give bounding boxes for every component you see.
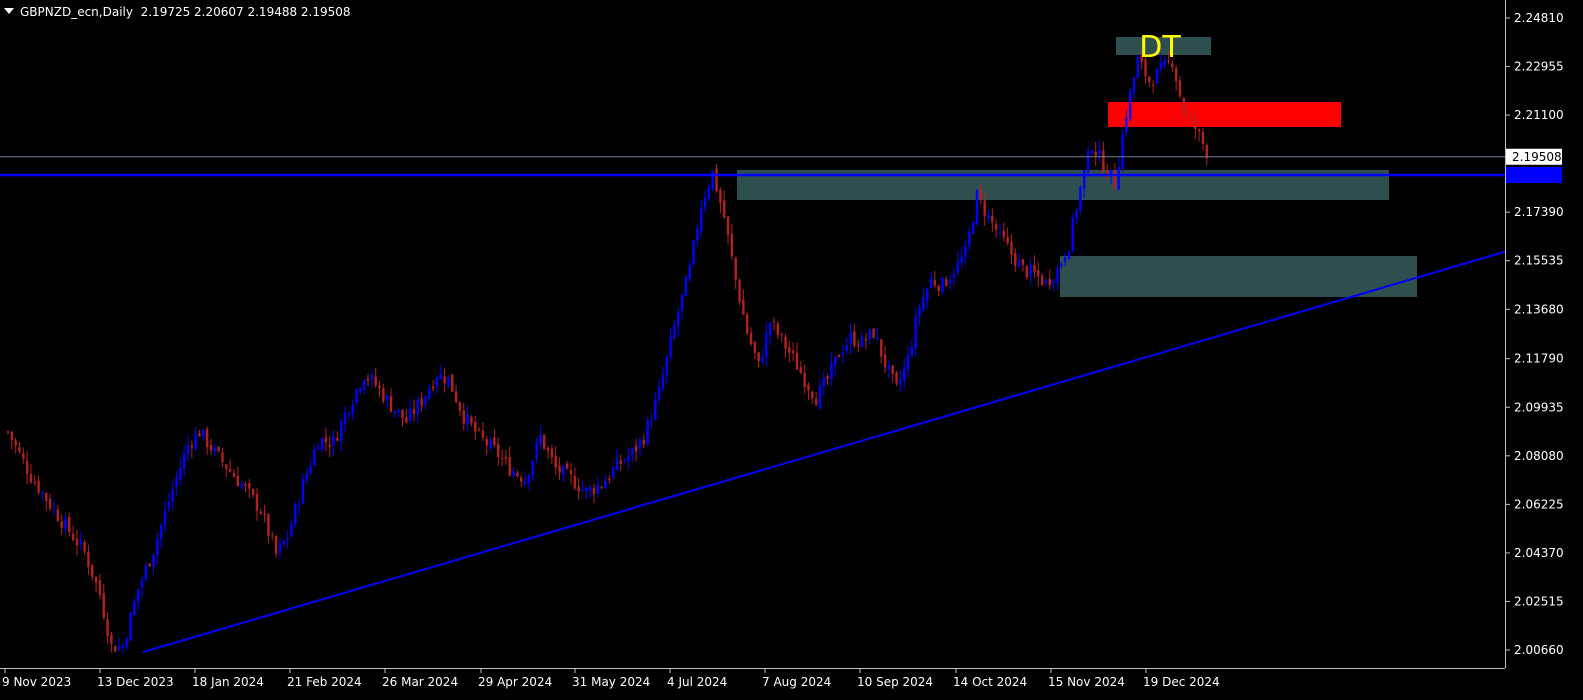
- price-tick-label: 2.15535: [1514, 254, 1564, 268]
- time-tick-label: 18 Jan 2024: [192, 675, 264, 689]
- candle: [1071, 213, 1074, 254]
- price-tick-label: 2.22955: [1514, 60, 1564, 74]
- candle: [684, 275, 688, 297]
- price-tick-label: 2.06225: [1514, 497, 1564, 511]
- time-tick-label: 21 Feb 2024: [287, 675, 362, 689]
- ohlc-values: 2.19725 2.20607 2.19488 2.19508: [140, 5, 351, 19]
- candle: [1155, 67, 1159, 84]
- price-tick-label: 2.17390: [1514, 205, 1564, 219]
- candle: [1067, 250, 1071, 260]
- price-tick-label: 2.04370: [1514, 546, 1564, 560]
- candle: [711, 170, 714, 192]
- time-tick-label: 7 Aug 2024: [762, 675, 831, 689]
- candle: [646, 417, 649, 446]
- candle: [129, 611, 132, 641]
- candle: [872, 327, 875, 339]
- plot-area: [0, 0, 1583, 700]
- chart: 2.24810 2.22955 2.21100 2.17390 2.15535 2.136…: [0, 0, 1583, 700]
- time-tick-label: 31 May 2024: [572, 675, 650, 689]
- horizontal-line-price-box: [1506, 167, 1562, 183]
- candle: [294, 501, 297, 528]
- price-tick-label: 2.11790: [1514, 352, 1564, 366]
- time-tick-label: 15 Nov 2024: [1048, 675, 1125, 689]
- candle: [451, 374, 454, 393]
- price-tick-label: 2.21100: [1514, 108, 1564, 122]
- candle: [971, 220, 975, 235]
- symbol-label: GBPNZD_ecn,Daily: [20, 5, 133, 19]
- candle: [941, 276, 944, 294]
- time-tick-label: 9 Nov 2023: [2, 675, 71, 689]
- support-lower-zone: [1060, 256, 1417, 297]
- time-tick-label: 14 Oct 2024: [953, 675, 1027, 689]
- time-tick-label: 29 Apr 2024: [478, 675, 552, 689]
- time-tick-label: 4 Jul 2024: [667, 675, 727, 689]
- time-tick-label: 10 Sep 2024: [857, 675, 933, 689]
- dropdown-triangle-icon[interactable]: [4, 8, 14, 14]
- chart-header: GBPNZD_ecn,Daily 2.19725 2.20607 2.19488…: [4, 4, 351, 20]
- price-tick-label: 2.09935: [1514, 400, 1564, 414]
- price-tick-label: 2.24810: [1514, 11, 1564, 25]
- candle: [1121, 129, 1124, 172]
- price-tick-label: 2.13680: [1514, 302, 1564, 316]
- candle: [114, 645, 117, 652]
- price-tick-label: 2.08080: [1514, 449, 1564, 463]
- dt-annotation: DT: [1139, 30, 1181, 65]
- candle: [543, 434, 546, 451]
- candle: [745, 311, 749, 336]
- time-tick-label: 13 Dec 2023: [97, 675, 174, 689]
- candle: [692, 239, 695, 267]
- candle: [738, 278, 741, 306]
- red-zone: [1108, 102, 1341, 127]
- price-tick-label: 2.02515: [1514, 594, 1564, 608]
- candle: [1079, 185, 1082, 214]
- time-tick-label: 26 Mar 2024: [382, 675, 458, 689]
- price-tick-label: 2.00660: [1514, 643, 1564, 657]
- time-tick-label: 19 Dec 2024: [1143, 675, 1220, 689]
- candle: [1128, 87, 1132, 122]
- candle: [975, 189, 979, 227]
- current-price-label: 2.19508: [1512, 150, 1562, 164]
